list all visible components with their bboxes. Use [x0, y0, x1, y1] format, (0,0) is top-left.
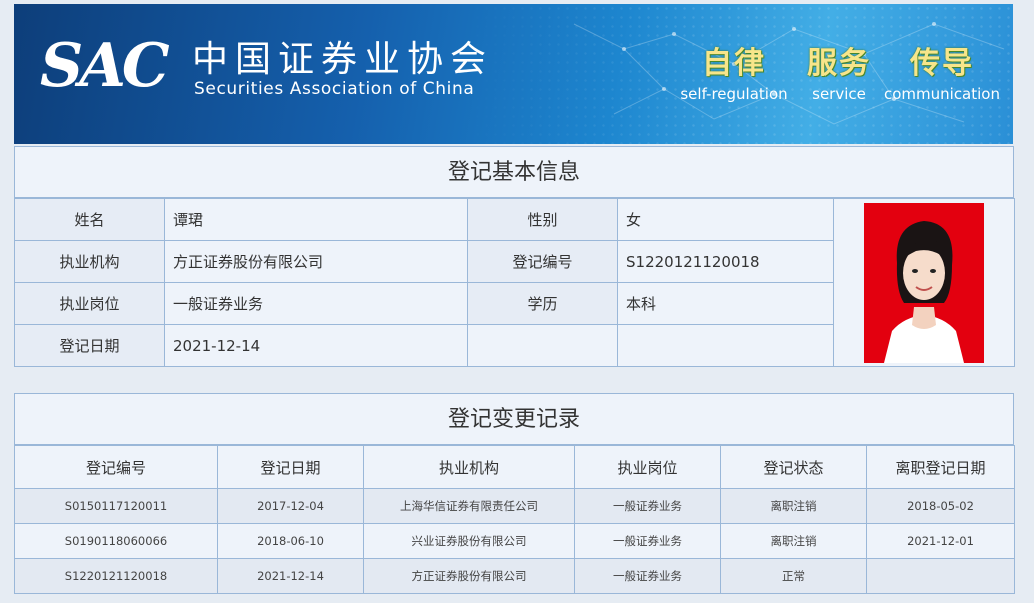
education-label: 学历 — [467, 282, 618, 325]
basic-info-table: 姓名 谭珺 性别 女 执业机构 方正证券股份有限公司 登记编号 S1220121… — [14, 198, 1015, 367]
reg-no-value: S1220121120018 — [617, 240, 834, 283]
portrait-illustration — [864, 202, 984, 363]
table-cell: 兴业证券股份有限公司 — [363, 523, 575, 559]
basic-info-title: 登记基本信息 — [14, 146, 1014, 198]
slogan-zh: 服务 — [807, 46, 871, 81]
table-cell: 2018-05-02 — [866, 488, 1015, 524]
column-header: 执业机构 — [363, 445, 575, 489]
slogan-zh: 传导 — [910, 46, 974, 81]
name-label: 姓名 — [14, 198, 165, 241]
slogan-en: service — [812, 85, 866, 103]
org-name-cn: 中国证券业协会 — [192, 39, 494, 80]
table-cell: 上海华信证券有限责任公司 — [363, 488, 575, 524]
gender-label: 性别 — [467, 198, 618, 241]
table-cell: 2018-06-10 — [217, 523, 364, 559]
empty-cell — [617, 324, 834, 367]
table-cell: 2017-12-04 — [217, 488, 364, 524]
table-row: S0150117120011 2017-12-04 上海华信证券有限责任公司 一… — [14, 488, 1015, 524]
org-name-en: Securities Association of China — [194, 79, 475, 99]
table-cell: 2021-12-14 — [217, 558, 364, 594]
slogan-zh: 自律 — [702, 46, 766, 81]
slogan-en: self-regulation — [680, 85, 788, 103]
org-value: 方正证券股份有限公司 — [164, 240, 468, 283]
slogan-communication: 传导 communication — [882, 49, 1002, 102]
column-header: 登记日期 — [217, 445, 364, 489]
gender-value: 女 — [617, 198, 834, 241]
empty-cell — [467, 324, 618, 367]
table-row: S1220121120018 2021-12-14 方正证券股份有限公司 一般证… — [14, 558, 1015, 594]
change-records-title: 登记变更记录 — [14, 393, 1014, 445]
change-records-table: 登记编号 登记日期 执业机构 执业岗位 登记状态 离职登记日期 S0150117… — [14, 445, 1015, 594]
table-cell: 离职注销 — [720, 523, 867, 559]
table-cell — [866, 558, 1015, 594]
slogan-service: 服务 service — [794, 49, 884, 102]
change-records-panel: 登记变更记录 登记编号 登记日期 执业机构 执业岗位 登记状态 离职登记日期 S… — [14, 393, 1015, 594]
sac-logo: SAC — [40, 31, 170, 101]
position-value: 一般证券业务 — [164, 282, 468, 325]
name-value: 谭珺 — [164, 198, 468, 241]
education-value: 本科 — [617, 282, 834, 325]
column-header: 登记编号 — [14, 445, 218, 489]
table-cell: 2021-12-01 — [866, 523, 1015, 559]
column-header: 离职登记日期 — [866, 445, 1015, 489]
table-cell: 方正证券股份有限公司 — [363, 558, 575, 594]
slogan-en: communication — [883, 85, 1000, 103]
table-cell: 一般证券业务 — [574, 558, 721, 594]
portrait-photo — [864, 202, 984, 363]
org-label: 执业机构 — [14, 240, 165, 283]
table-header-row: 登记编号 登记日期 执业机构 执业岗位 登记状态 离职登记日期 — [14, 445, 1015, 489]
table-cell: 一般证券业务 — [574, 488, 721, 524]
photo-cell — [833, 198, 1015, 367]
basic-info-panel: 登记基本信息 姓名 谭珺 性别 女 执业机构 方正证券股份有限公司 登记编号 S… — [14, 146, 1015, 367]
table-cell: 正常 — [720, 558, 867, 594]
slogan-self-regulation: 自律 self-regulation — [674, 49, 794, 102]
reg-date-label: 登记日期 — [14, 324, 165, 367]
reg-date-value: 2021-12-14 — [164, 324, 468, 367]
column-header: 执业岗位 — [574, 445, 721, 489]
table-cell: S1220121120018 — [14, 558, 218, 594]
reg-no-label: 登记编号 — [467, 240, 618, 283]
column-header: 登记状态 — [720, 445, 867, 489]
table-cell: 一般证券业务 — [574, 523, 721, 559]
position-label: 执业岗位 — [14, 282, 165, 325]
header-banner: SAC 中国证券业协会 Securities Association of Ch… — [14, 4, 1013, 144]
table-cell: S0150117120011 — [14, 488, 218, 524]
table-cell: 离职注销 — [720, 488, 867, 524]
table-cell: S0190118060066 — [14, 523, 218, 559]
table-row: S0190118060066 2018-06-10 兴业证券股份有限公司 一般证… — [14, 523, 1015, 559]
